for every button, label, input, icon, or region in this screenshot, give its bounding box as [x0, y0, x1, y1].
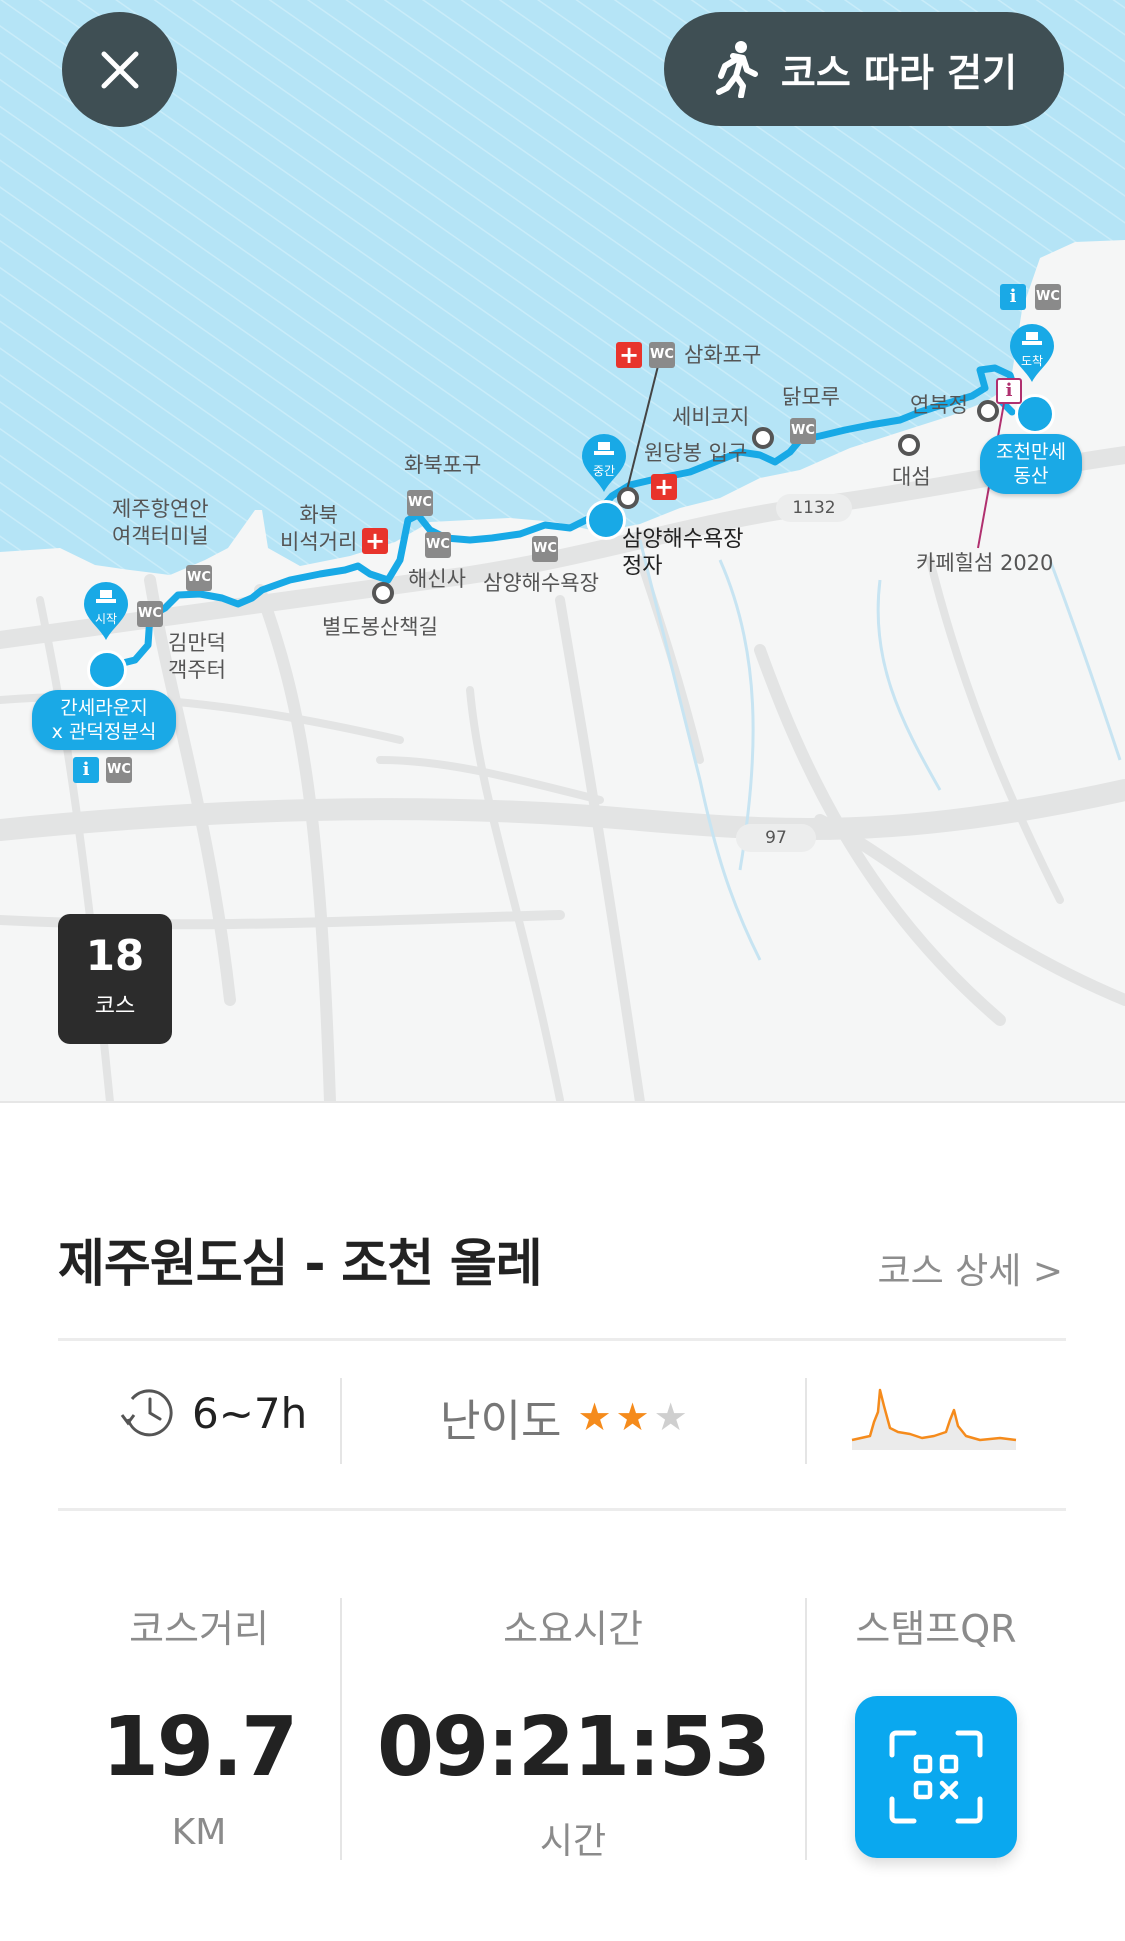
end-marker[interactable]: 도착 [1006, 322, 1058, 384]
start-marker-label: 시작 [94, 612, 118, 626]
stamp-qr-label: 스탬프QR [855, 1607, 1017, 1651]
stamp-point-start-icon [87, 650, 127, 690]
divider [58, 1508, 1066, 1511]
divider [0, 1101, 1125, 1103]
toilet-icon: WC [186, 565, 212, 591]
place-cafe: 카페힐섬 2020 [916, 551, 1054, 575]
info-icon: i [1000, 284, 1026, 310]
checkpoint-wondangbong[interactable] [617, 487, 639, 509]
close-icon [101, 51, 138, 88]
first-aid-icon: + [362, 528, 388, 554]
checkpoint-daeseom[interactable] [898, 434, 920, 456]
course-number: 18 [85, 931, 145, 980]
checkpoint-sebikoji[interactable] [752, 427, 774, 449]
start-point-line2: x 관덕정분식 [51, 721, 157, 743]
first-aid-icon: + [651, 474, 677, 500]
course-detail-link[interactable]: 코스 상세 > [877, 1242, 1063, 1294]
toilet-icon: WC [407, 490, 433, 516]
distance-value: 19.7 [101, 1700, 298, 1795]
difficulty-stars: ★★★ [577, 1395, 691, 1439]
place-daeseom: 대섬 [892, 465, 931, 489]
time-value: 09:21:53 [377, 1700, 771, 1795]
end-point-line1: 조천만세 [996, 441, 1066, 463]
toilet-icon: WC [106, 757, 132, 783]
place-samhwa-port: 삼화포구 [684, 343, 762, 367]
place-samyang-beach: 삼양해수욕장 [483, 571, 599, 595]
place-wondangbong: 원당봉 입구 [644, 441, 748, 465]
clock-icon [120, 1389, 173, 1437]
difficulty-label: 난이도 [440, 1396, 562, 1447]
walk-button-label: 코스 따라 걷기 [780, 50, 1018, 95]
end-point-line2: 동산 [1013, 465, 1049, 487]
divider [805, 1378, 807, 1464]
duration-text: 6~7h [192, 1388, 308, 1438]
place-kimmanduk: 김만덕 객주터 [168, 631, 226, 682]
toilet-icon: WC [425, 532, 451, 558]
start-point-line1: 간세라운지 [60, 697, 148, 719]
place-sebikoji: 세비코지 [672, 405, 750, 429]
course-number-badge: 18 코스 [58, 914, 172, 1044]
mid-marker-label: 중간 [592, 464, 616, 478]
time-unit: 시간 [539, 1821, 607, 1862]
place-yeonbukjeong: 연북정 [910, 393, 968, 417]
elevation-profile-icon[interactable] [850, 1382, 1018, 1450]
star-filled-icon: ★ [577, 1395, 616, 1439]
place-hwabuk-port: 화북포구 [404, 453, 482, 477]
course-title: 제주원도심 - 조천 올레 [58, 1235, 543, 1294]
walk-along-course-button[interactable]: 코스 따라 걷기 [664, 12, 1064, 126]
difficulty-rating: 난이도 ★★★ [440, 1385, 692, 1449]
toilet-icon: WC [790, 418, 816, 444]
info-icon: i [73, 757, 99, 783]
toilet-icon: WC [649, 342, 675, 368]
star-empty-icon: ★ [653, 1395, 692, 1439]
end-marker-label: 도착 [1020, 354, 1044, 368]
time-label: 소요시간 [503, 1607, 643, 1651]
close-button[interactable] [62, 12, 177, 127]
place-samyang-pavilion: 삼양해수욕장 정자 [622, 527, 744, 579]
cafe-icon: i [996, 378, 1022, 404]
checkpoint-yeonbukjeong[interactable] [977, 400, 999, 422]
stamp-qr-button[interactable] [855, 1696, 1017, 1858]
course-unit: 코스 [94, 994, 136, 1019]
qr-scan-icon [889, 1730, 983, 1824]
first-aid-icon: + [616, 342, 642, 368]
place-byeoldobong: 별도봉산책길 [322, 615, 438, 639]
mid-marker[interactable]: 중간 [578, 432, 630, 494]
walker-icon [715, 41, 758, 98]
place-haesinsa: 해신사 [408, 567, 466, 591]
star-filled-icon: ★ [615, 1395, 654, 1439]
course-map[interactable]: 1132 97 시작 중간 도착 간세라운지 x 관덕정분식 조천만세 동산 W… [0, 0, 1125, 1102]
toilet-icon: WC [532, 536, 558, 562]
place-jeju-terminal: 제주항연안 여객터미널 [112, 497, 209, 548]
road-number-1132: 1132 [776, 494, 852, 522]
toilet-icon: WC [1035, 284, 1061, 310]
toilet-icon: WC [137, 601, 163, 627]
divider [58, 1338, 1066, 1341]
place-dakmoru: 닭모루 [782, 385, 840, 409]
distance-label: 코스거리 [129, 1607, 269, 1651]
start-point-pill[interactable]: 간세라운지 x 관덕정분식 [32, 690, 176, 750]
distance-unit: KM [171, 1812, 227, 1853]
checkpoint-byeoldobong[interactable] [372, 582, 394, 604]
start-marker[interactable]: 시작 [80, 580, 132, 642]
duration-estimate: 6~7h [118, 1385, 307, 1441]
end-point-pill[interactable]: 조천만세 동산 [980, 434, 1082, 494]
road-number-97: 97 [736, 824, 816, 852]
place-hwabuk-bisuk: 화북 비석거리 [280, 503, 358, 554]
divider [340, 1378, 342, 1464]
